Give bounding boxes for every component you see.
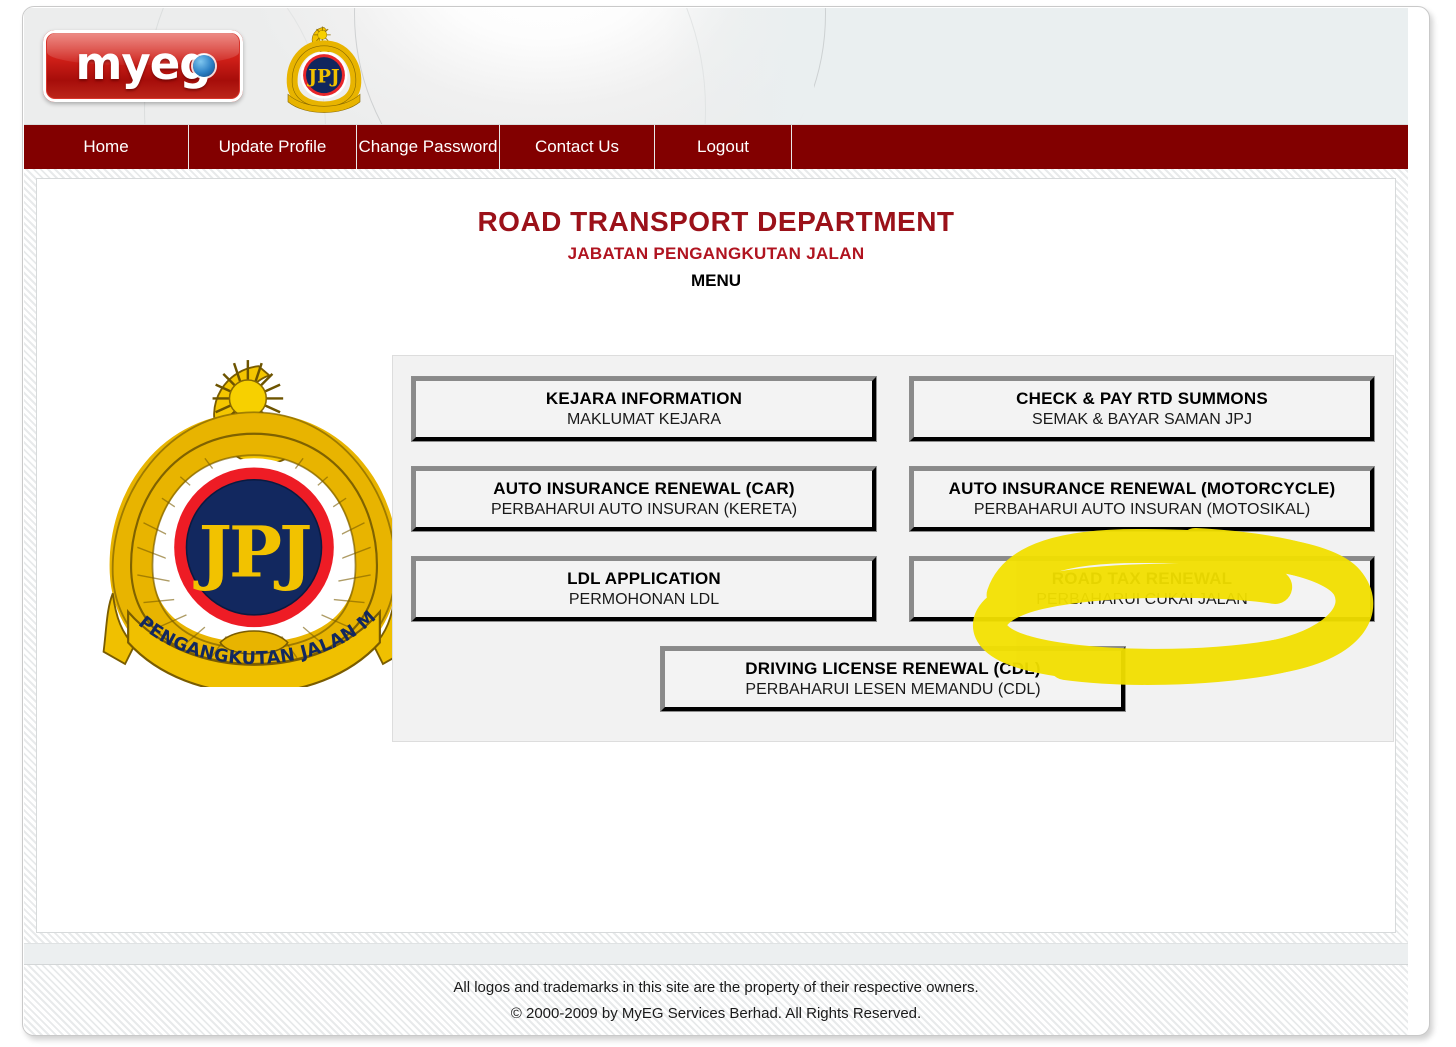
content-panel: ROAD TRANSPORT DEPARTMENT JABATAN PENGAN…: [36, 178, 1396, 933]
jpj-crest-icon: JPJ JABATAN PENGANGKUTAN JALAN MALAYSIA: [93, 342, 406, 695]
menu-button-label-ms: PERBAHARUI LESEN MEMANDU (CDL): [745, 680, 1041, 698]
menu-button-label-ms: PERMOHONAN LDL: [568, 590, 720, 608]
menu-button-label-en: CHECK & PAY RTD SUMMONS: [1016, 388, 1268, 408]
menu-button-check-pay-rtd-summons[interactable]: CHECK & PAY RTD SUMMONS SEMAK & BAYAR SA…: [909, 376, 1375, 442]
menu-button-driving-license-renewal-cdl[interactable]: DRIVING LICENSE RENEWAL (CDL) PERBAHARUI…: [660, 646, 1126, 712]
nav-item-change-password[interactable]: Change Password: [357, 125, 500, 169]
menu-button-ldl-application[interactable]: LDL APPLICATION PERMOHONAN LDL: [411, 556, 877, 622]
nav-item-logout[interactable]: Logout: [655, 125, 792, 169]
page-root: myeg JPJ Home Update Profile Change Pass…: [0, 0, 1456, 1047]
menu-button-auto-insurance-renewal-car[interactable]: AUTO INSURANCE RENEWAL (CAR) PERBAHARUI …: [411, 466, 877, 532]
service-menu-grid: KEJARA INFORMATION MAKLUMAT KEJARA CHECK…: [411, 376, 1375, 736]
section-label-menu: MENU: [690, 271, 742, 290]
menu-button-label-en: AUTO INSURANCE RENEWAL (MOTORCYCLE): [948, 478, 1336, 498]
footer-copyright-text: © 2000-2009 by MyEG Services Berhad. All…: [510, 1005, 922, 1022]
menu-button-label-ms: SEMAK & BAYAR SAMAN JPJ: [1032, 410, 1252, 428]
menu-button-label-ms: PERBAHARUI CUKAI JALAN: [1036, 590, 1248, 608]
page-title-en: ROAD TRANSPORT DEPARTMENT: [477, 206, 955, 237]
menu-body: JPJ JABATAN PENGANGKUTAN JALAN MALAYSIA: [37, 342, 1395, 775]
menu-button-label-en: AUTO INSURANCE RENEWAL (CAR): [493, 478, 795, 498]
menu-button-kejara-information[interactable]: KEJARA INFORMATION MAKLUMAT KEJARA: [411, 376, 877, 442]
menu-button-label-ms: MAKLUMAT KEJARA: [566, 410, 722, 428]
menu-button-road-tax-renewal[interactable]: ROAD TAX RENEWAL PERBAHARUI CUKAI JALAN: [909, 556, 1375, 622]
footer-trademark-text: All logos and trademarks in this site ar…: [453, 979, 979, 996]
menu-button-label-en: DRIVING LICENSE RENEWAL (CDL): [745, 658, 1041, 678]
page-title-ms: JABATAN PENGANGKUTAN JALAN: [567, 244, 865, 263]
nav-item-update-profile[interactable]: Update Profile: [189, 125, 357, 169]
svg-text:JPJ: JPJ: [306, 67, 339, 88]
svg-text:JPJ: JPJ: [193, 510, 310, 593]
footer-spacer: [24, 943, 1408, 965]
menu-row-last: DRIVING LICENSE RENEWAL (CDL) PERBAHARUI…: [411, 646, 1375, 736]
menu-button-label-en: LDL APPLICATION: [567, 568, 721, 588]
jpj-crest-header-icon: JPJ: [286, 26, 362, 113]
menu-button-label-ms: PERBAHARUI AUTO INSURAN (MOTOSIKAL): [973, 500, 1311, 518]
jpj-crest-large: JPJ JABATAN PENGANGKUTAN JALAN MALAYSIA: [93, 342, 409, 695]
menu-button-label-ms: PERBAHARUI AUTO INSURAN (KERETA): [490, 500, 798, 518]
nav-item-contact-us[interactable]: Contact Us: [500, 125, 655, 169]
content-striped-border: ROAD TRANSPORT DEPARTMENT JABATAN PENGAN…: [24, 169, 1408, 943]
menu-button-label-en: ROAD TAX RENEWAL: [1051, 568, 1233, 588]
nav-item-home[interactable]: Home: [24, 125, 189, 169]
menu-button-auto-insurance-renewal-motorcycle[interactable]: AUTO INSURANCE RENEWAL (MOTORCYCLE) PERB…: [909, 466, 1375, 532]
browser-frame: myeg JPJ Home Update Profile Change Pass…: [22, 6, 1430, 1036]
myeg-logo[interactable]: myeg: [43, 30, 243, 102]
site-header: myeg JPJ: [24, 8, 1408, 125]
main-navigation: Home Update Profile Change Password Cont…: [24, 125, 1408, 169]
service-menu-panel: KEJARA INFORMATION MAKLUMAT KEJARA CHECK…: [392, 355, 1394, 742]
nav-filler: [792, 125, 1408, 169]
myeg-globe-icon: [193, 55, 215, 77]
site-footer: All logos and trademarks in this site ar…: [24, 964, 1408, 1035]
menu-button-label-en: KEJARA INFORMATION: [545, 388, 743, 408]
